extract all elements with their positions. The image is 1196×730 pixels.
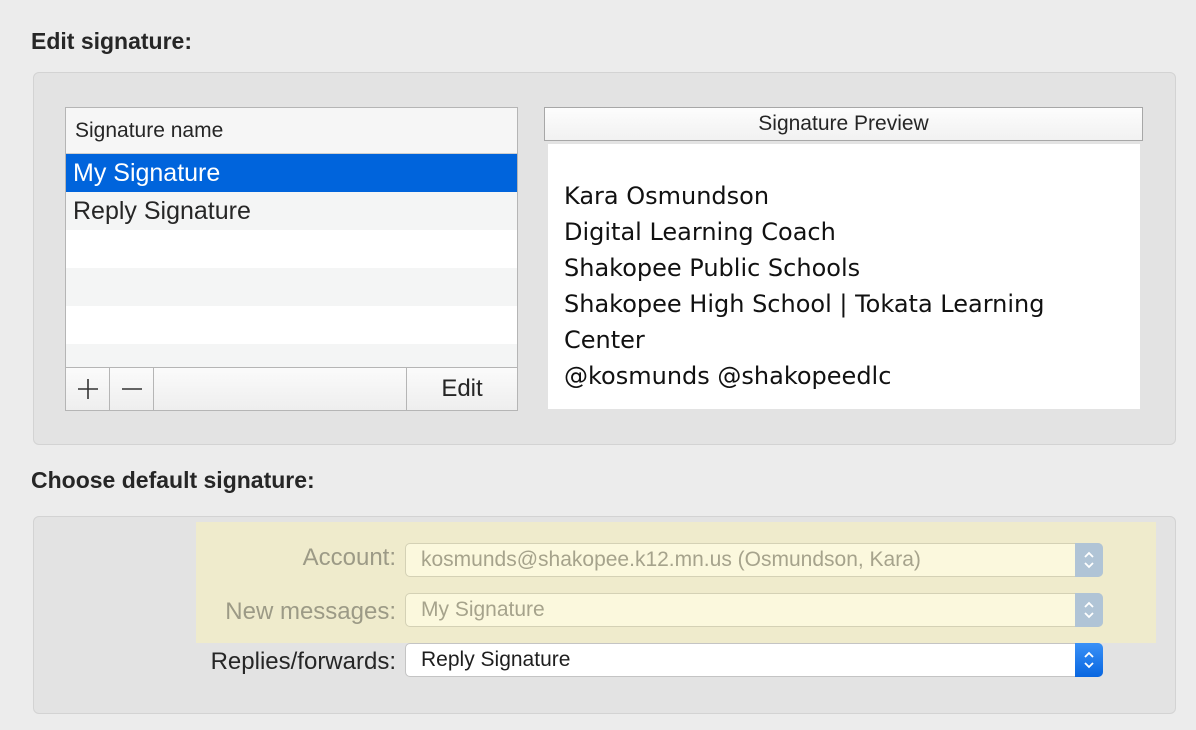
replies-forwards-select[interactable]: Reply Signature [405,643,1103,677]
preview-line: Shakopee Public Schools [564,254,861,282]
empty-list-row [66,306,517,344]
select-arrows-icon [1075,643,1103,677]
empty-list-row [66,344,517,367]
choose-default-signature-heading: Choose default signature: [31,467,315,493]
edit-signature-heading: Edit signature: [31,28,193,54]
preview-line: Shakopee High School | Tokata Learning [564,290,1045,318]
signature-preview-header: Signature Preview [544,107,1143,141]
preview-line: Digital Learning Coach [564,218,836,246]
signature-name-column-header[interactable]: Signature name [66,108,517,154]
remove-signature-button[interactable] [110,368,154,410]
signature-list-controls: Edit [65,368,518,411]
account-label: Account: [302,544,396,571]
preview-line: Center [564,326,645,354]
edit-signature-button[interactable]: Edit [407,368,517,410]
replies-forwards-label: Replies/forwards: [210,648,396,675]
signature-preview-pane: Kara Osmundson Digital Learning Coach Sh… [548,144,1140,409]
select-arrows-icon [1075,593,1103,627]
signature-list[interactable]: Signature name My Signature Reply Signat… [65,107,518,368]
account-select[interactable]: kosmunds@shakopee.k12.mn.us (Osmundson, … [405,543,1103,577]
plus-icon [77,379,98,399]
account-select-value: kosmunds@shakopee.k12.mn.us (Osmundson, … [421,548,921,571]
preview-line: @kosmunds @shakopeedlc [564,362,892,390]
empty-list-row [66,268,517,306]
preview-line: Kara Osmundson [564,182,770,210]
new-messages-select-value: My Signature [421,598,545,621]
new-messages-select[interactable]: My Signature [405,593,1103,627]
replies-forwards-select-value: Reply Signature [421,648,571,671]
new-messages-label: New messages: [225,598,396,625]
signature-row-my-signature[interactable]: My Signature [66,154,517,192]
signature-row-reply-signature[interactable]: Reply Signature [66,192,517,230]
minus-icon [121,388,142,390]
empty-list-row [66,230,517,268]
controls-spacer [154,368,407,410]
add-signature-button[interactable] [66,368,110,410]
select-arrows-icon [1075,543,1103,577]
